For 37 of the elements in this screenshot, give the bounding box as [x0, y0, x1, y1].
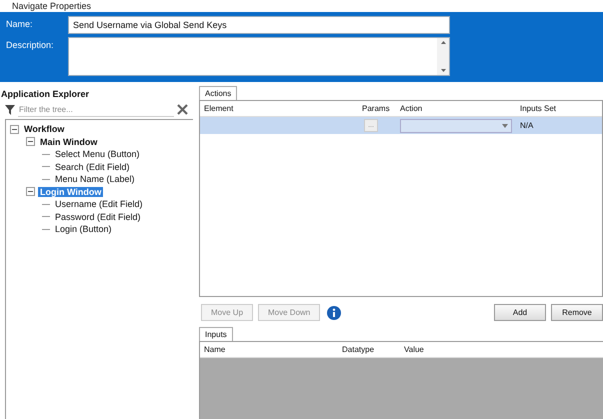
panel-title: Application Explorer [0, 89, 90, 101]
field-label: Name: [6, 18, 34, 29]
action-button[interactable]: Remove [551, 304, 603, 321]
collapse-toggle[interactable] [26, 187, 35, 196]
column-header[interactable]: Params [358, 104, 396, 113]
tree-item[interactable]: Workflow [22, 124, 66, 134]
table-cell-text: N/A [519, 121, 534, 130]
action-button[interactable]: Add [494, 304, 546, 321]
description-field[interactable] [68, 37, 450, 76]
collapse-toggle[interactable] [10, 124, 19, 134]
tree-item[interactable]: Main Window [38, 136, 100, 147]
column-header[interactable]: Datatype [338, 345, 400, 354]
tab[interactable]: Inputs [199, 327, 233, 341]
scroll-down-icon[interactable] [440, 69, 446, 72]
dropdown-arrow-icon[interactable] [502, 124, 508, 128]
tree-item[interactable]: Select Menu (Button) [53, 149, 142, 160]
window-title: Navigate Properties [12, 0, 92, 12]
name-field[interactable]: Send Username via Global Send Keys [68, 16, 450, 34]
filter-icon [5, 104, 15, 114]
collapse-toggle[interactable] [26, 137, 35, 146]
tree-item[interactable]: Search (Edit Field) [53, 162, 132, 172]
tree-item[interactable]: Login Window [38, 186, 104, 197]
info-icon[interactable] [327, 306, 342, 320]
tree-item[interactable]: Username (Edit Field) [53, 199, 145, 210]
scroll-up-icon[interactable] [440, 41, 446, 44]
column-header[interactable]: Name [200, 345, 338, 354]
tree-item[interactable]: Password (Edit Field) [53, 212, 143, 222]
scrollbar[interactable] [437, 38, 449, 75]
tab[interactable]: Actions [199, 86, 238, 100]
tree-item[interactable]: Menu Name (Label) [53, 174, 137, 184]
column-header[interactable]: Value [400, 345, 603, 354]
column-header[interactable]: Element [200, 104, 358, 113]
column-header[interactable]: Action [396, 104, 516, 113]
close-icon[interactable] [177, 104, 188, 115]
field-label: Description: [6, 39, 55, 50]
tree-item[interactable]: Login (Button) [53, 224, 114, 234]
column-header[interactable]: Inputs Set [516, 104, 602, 113]
